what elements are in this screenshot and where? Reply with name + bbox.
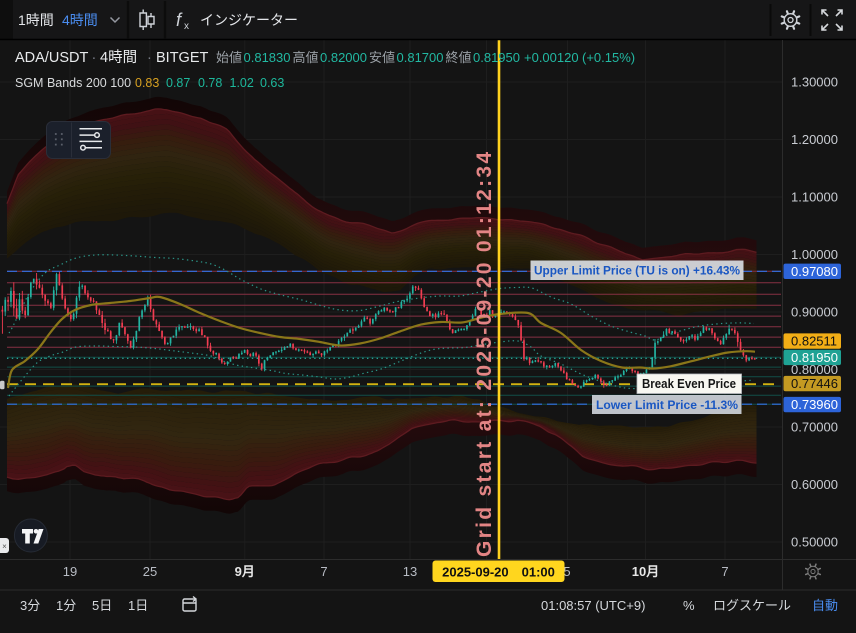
svg-text:インジケーター: インジケーター [200,12,298,28]
svg-text:Lower Limit Price -11.3%: Lower Limit Price -11.3% [596,398,738,412]
svg-text:7: 7 [721,564,728,579]
svg-text:始値0.81830高値0.82000安値0.81700終値0: 始値0.81830高値0.82000安値0.81700終値0.81950+0.0… [216,50,635,65]
svg-text:Break Even Price: Break Even Price [642,377,736,391]
svg-text:10月: 10月 [632,564,659,579]
svg-text:01:08:57 (UTC+9): 01:08:57 (UTC+9) [541,598,645,613]
svg-text:13: 13 [403,564,417,579]
svg-text:1日: 1日 [128,598,148,613]
svg-text:9月: 9月 [235,564,255,579]
svg-text:7: 7 [320,564,327,579]
svg-text:4時間: 4時間 [62,12,98,28]
svg-text:0.73960: 0.73960 [791,397,838,412]
svg-text:1.20000: 1.20000 [791,132,838,147]
svg-text:0.81950: 0.81950 [791,350,838,365]
svg-text:ADA/USDT·4時間·BITGET: ADA/USDT·4時間·BITGET [15,49,209,66]
svg-text:Upper Limit Price (TU is on): Upper Limit Price (TU is on) +16.43% [534,264,740,278]
svg-text:1.10000: 1.10000 [791,190,838,205]
svg-text:0.97080: 0.97080 [791,264,838,279]
svg-text:1.30000: 1.30000 [791,75,838,90]
svg-text:19: 19 [63,564,77,579]
svg-text:自動: 自動 [812,598,838,613]
svg-text:%: % [683,598,695,613]
svg-text:2025-09-20 01:00: 2025-09-20 01:00 [442,565,555,580]
svg-text:x: x [184,21,189,32]
svg-text:0.82511: 0.82511 [791,334,837,349]
svg-text:1分: 1分 [56,598,76,613]
svg-text:ログスケール: ログスケール [713,598,791,613]
svg-text:SGM Bands 200 1000.830.870.781: SGM Bands 200 1000.830.870.781.020.63 [15,76,284,90]
svg-text:3分: 3分 [20,598,40,613]
svg-text:0.50000: 0.50000 [791,535,838,550]
svg-text:25: 25 [143,564,157,579]
svg-text:Grid start at: 2025-09-20 01:1: Grid start at: 2025-09-20 01:12:34 [473,150,496,557]
svg-text:×: × [2,542,7,551]
svg-text:1時間: 1時間 [18,12,54,28]
svg-text:5日: 5日 [92,598,112,613]
svg-text:0.77446: 0.77446 [791,376,838,391]
svg-text:0.70000: 0.70000 [791,420,838,435]
svg-text:0.60000: 0.60000 [791,477,838,492]
svg-text:0.90000: 0.90000 [791,305,838,320]
svg-text:1.00000: 1.00000 [791,247,838,262]
